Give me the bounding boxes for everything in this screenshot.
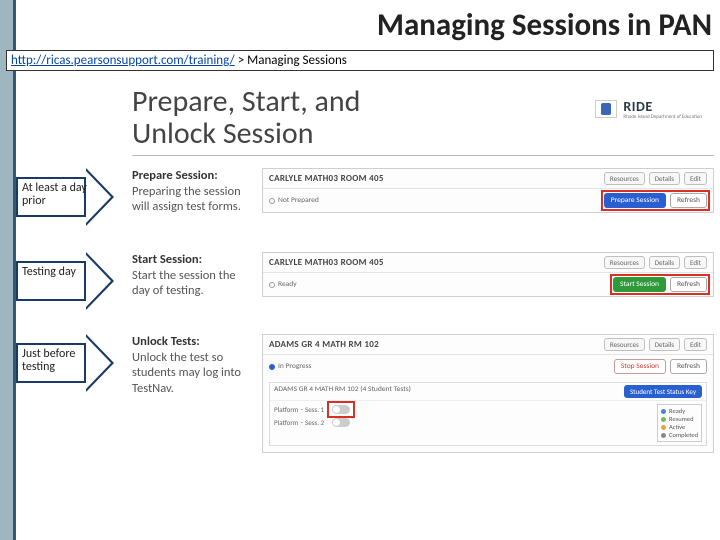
arrow-start: Testing day bbox=[16, 252, 116, 310]
panel2-details[interactable]: Details bbox=[649, 256, 680, 269]
stop-session-button[interactable]: Stop Session bbox=[614, 359, 666, 374]
slide-title: Managing Sessions in PAN bbox=[377, 6, 712, 44]
arrow-label-3: Just before testing bbox=[22, 348, 92, 374]
prepare-session-button[interactable]: Prepare Session bbox=[604, 193, 666, 208]
panel1-edit[interactable]: Edit bbox=[684, 172, 707, 185]
breadcrumb-tail: Managing Sessions bbox=[247, 53, 347, 68]
section-unlock-heading: Unlock Tests: bbox=[132, 334, 200, 349]
panel-prepare: CARLYLE MATH03 ROOM 405 Resources Detail… bbox=[262, 168, 714, 213]
section-prepare: Prepare Session: Preparing the session w… bbox=[132, 168, 262, 215]
panel2-edit[interactable]: Edit bbox=[684, 256, 707, 269]
panel2-name: CARLYLE MATH03 ROOM 405 bbox=[269, 257, 384, 268]
student-test-status-key-button[interactable]: Student Test Status Key bbox=[624, 385, 702, 398]
panel1-refresh-button[interactable]: Refresh bbox=[670, 193, 707, 208]
arrow-prepare: At least a day prior bbox=[16, 168, 116, 226]
panel3-name: ADAMS GR 4 MATH RM 102 bbox=[269, 339, 379, 350]
ride-flag-icon bbox=[595, 100, 617, 118]
panel1-details[interactable]: Details bbox=[649, 172, 680, 185]
panel2-action-group: Start Session Refresh bbox=[613, 277, 707, 292]
panel3-edit[interactable]: Edit bbox=[684, 338, 707, 351]
separator bbox=[132, 155, 714, 156]
panel2-refresh-button[interactable]: Refresh bbox=[670, 277, 707, 292]
section-unlock: Unlock Tests: Unlock the test so student… bbox=[132, 334, 262, 397]
unit2-label: Platform – Sess. 2 bbox=[274, 418, 324, 427]
panel1-action-group: Prepare Session Refresh bbox=[604, 193, 707, 208]
section-prepare-desc: Preparing the session will assign test f… bbox=[132, 184, 241, 215]
panel1-name: CARLYLE MATH03 ROOM 405 bbox=[269, 173, 384, 184]
arrow-label-2: Testing day bbox=[22, 266, 92, 279]
panel3-subname: ADAMS GR 4 MATH RM 102 (4 Student Tests) bbox=[274, 385, 411, 398]
panel3-details[interactable]: Details bbox=[649, 338, 680, 351]
left-rail bbox=[0, 0, 16, 540]
panel3-refresh-button[interactable]: Refresh bbox=[670, 359, 707, 374]
panel3-status: In Progress bbox=[269, 362, 312, 371]
arrow-unlock: Just before testing bbox=[16, 334, 116, 392]
section-start: Start Session: Start the session the day… bbox=[132, 252, 262, 299]
unit1-label: Platform – Sess. 1 bbox=[274, 405, 324, 414]
section-start-heading: Start Session: bbox=[132, 252, 202, 267]
start-session-button[interactable]: Start Session bbox=[613, 277, 666, 292]
breadcrumb: http://ricas.pearsonsupport.com/training… bbox=[6, 50, 714, 71]
hero-line2: Unlock Session bbox=[132, 115, 313, 152]
panel-unlock: ADAMS GR 4 MATH RM 102 Resources Details… bbox=[262, 334, 714, 453]
ride-brand: RIDE bbox=[623, 98, 702, 115]
section-unlock-desc: Unlock the test so students may log into… bbox=[132, 350, 241, 396]
status-key-legend: Ready Resumed Active Completed bbox=[657, 404, 702, 442]
panel2-status: Ready bbox=[269, 280, 297, 289]
section-start-desc: Start the session the day of testing. bbox=[132, 268, 236, 299]
panel1-resources[interactable]: Resources bbox=[604, 172, 645, 185]
unlock-toggle-1[interactable] bbox=[332, 405, 350, 414]
breadcrumb-link[interactable]: http://ricas.pearsonsupport.com/training… bbox=[11, 53, 235, 68]
breadcrumb-sep: > bbox=[235, 53, 247, 68]
panel2-resources[interactable]: Resources bbox=[604, 256, 645, 269]
unlock-toggle-2[interactable] bbox=[332, 418, 350, 427]
panel-start: CARLYLE MATH03 ROOM 405 Resources Detail… bbox=[262, 252, 714, 297]
arrow-label-1: At least a day prior bbox=[22, 182, 92, 208]
ride-sub: Rhode Island Department of Education bbox=[623, 115, 702, 120]
panel3-resources[interactable]: Resources bbox=[604, 338, 645, 351]
section-prepare-heading: Prepare Session: bbox=[132, 168, 218, 183]
panel3-student-tests: ADAMS GR 4 MATH RM 102 (4 Student Tests)… bbox=[269, 382, 707, 446]
ride-logo: RIDE Rhode Island Department of Educatio… bbox=[595, 98, 702, 120]
panel1-status: Not Prepared bbox=[269, 196, 319, 205]
